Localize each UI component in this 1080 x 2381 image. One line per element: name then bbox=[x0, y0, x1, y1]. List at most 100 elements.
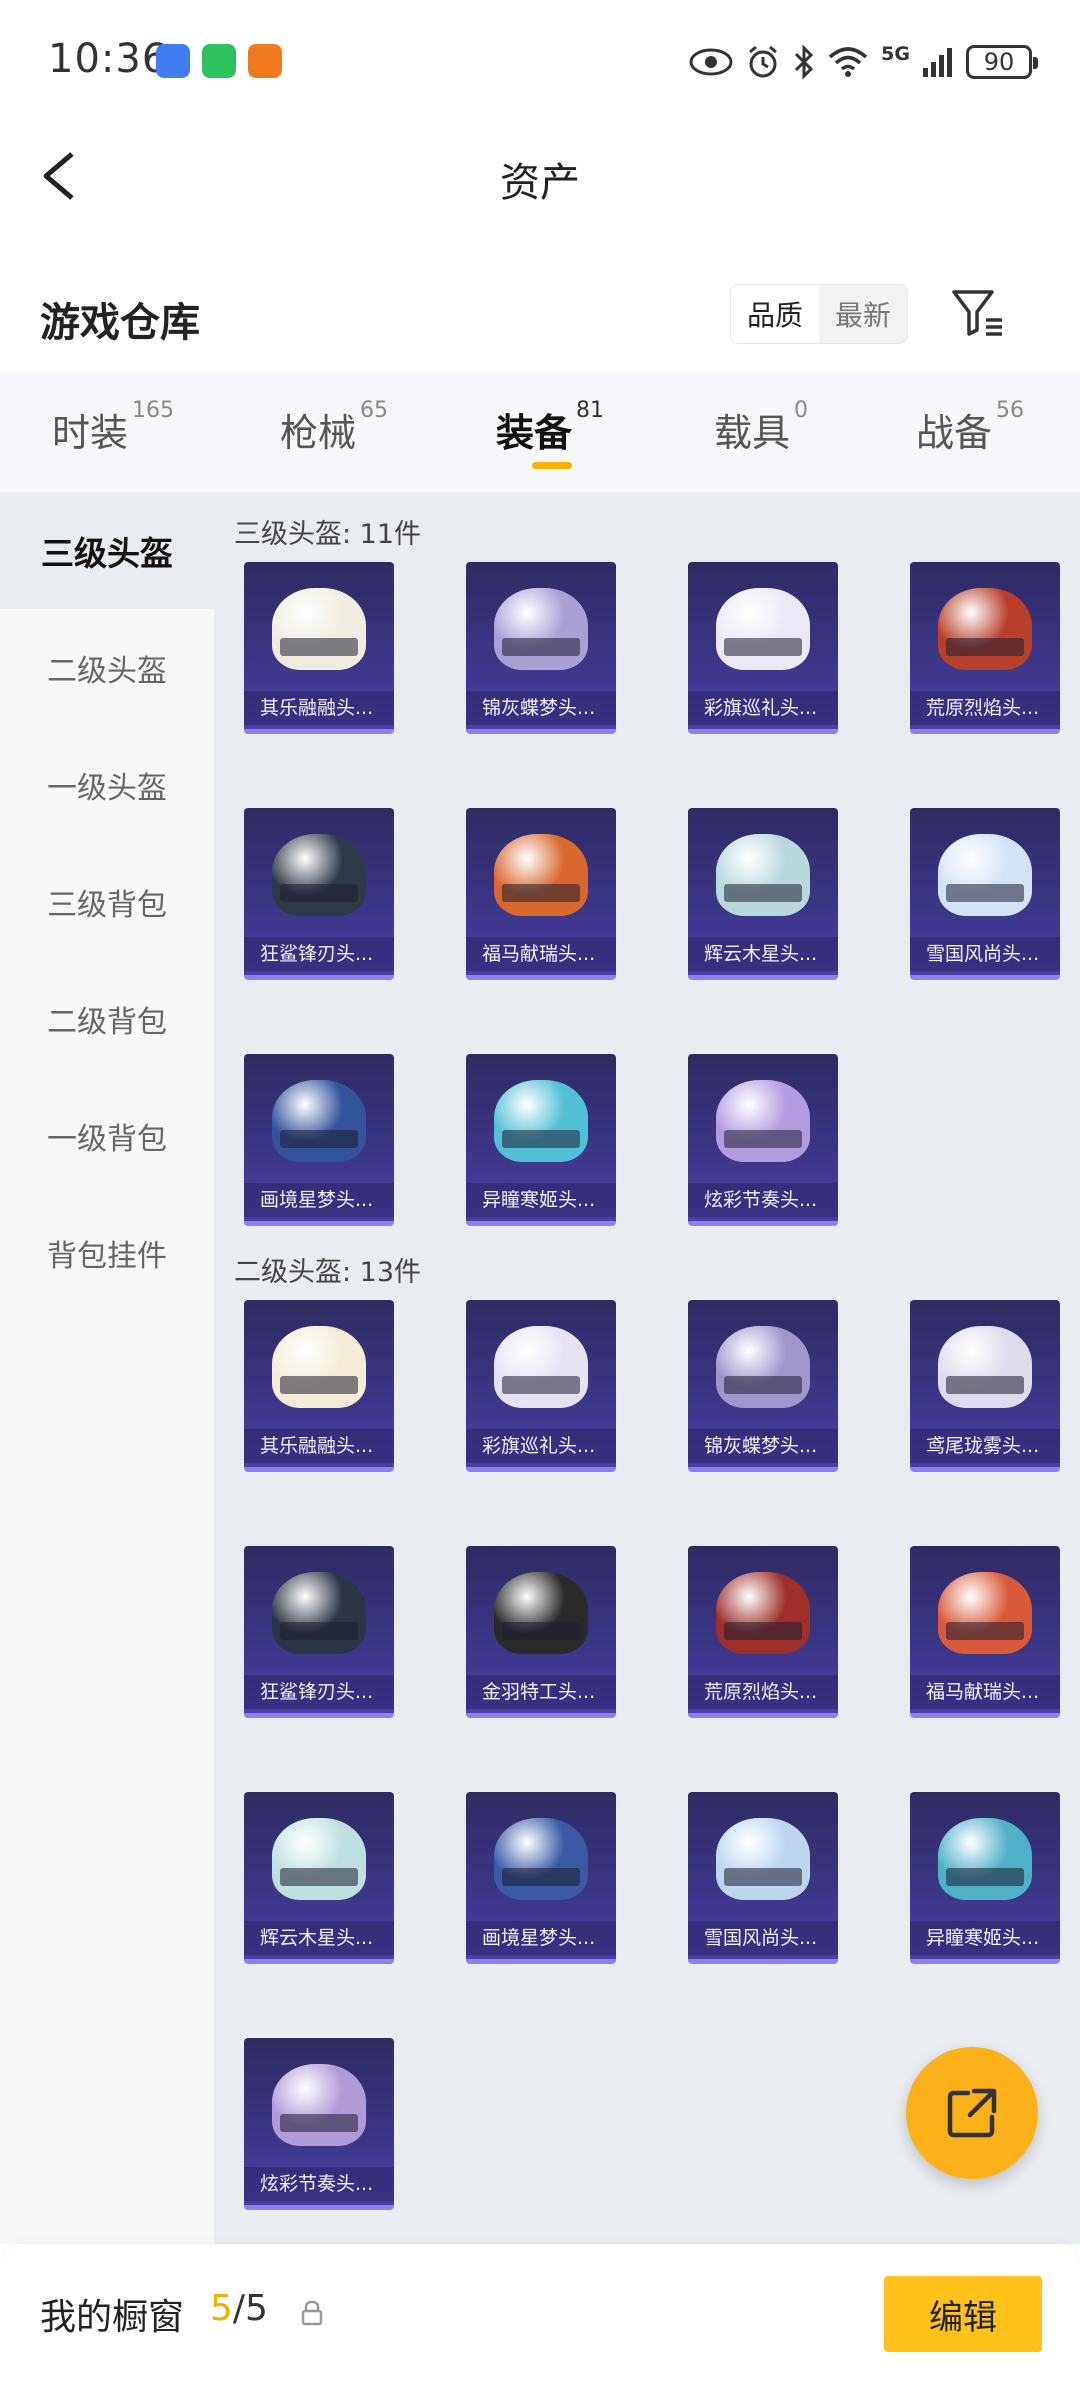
item-name: 辉云木星头... bbox=[244, 1921, 394, 1955]
showcase-count: 5/5 bbox=[210, 2288, 268, 2329]
helmet-image bbox=[494, 1080, 588, 1162]
item-card[interactable]: 狂鲨锋刃头... bbox=[244, 808, 394, 980]
item-name: 雪国风尚头... bbox=[688, 1921, 838, 1955]
sidebar-item-level2-backpack[interactable]: 二级背包 bbox=[0, 960, 214, 1077]
helmet-image bbox=[494, 1818, 588, 1900]
helmet-image bbox=[494, 1572, 588, 1654]
helmet-image bbox=[272, 1326, 366, 1408]
sidebar-item-level3-helmet[interactable]: 三级头盔 bbox=[0, 492, 214, 609]
helmet-image bbox=[716, 834, 810, 916]
tab-vehicles[interactable]: 载具0 bbox=[714, 398, 808, 457]
item-name: 画境星梦头... bbox=[466, 1921, 616, 1955]
item-card[interactable]: 异瞳寒姬头... bbox=[466, 1054, 616, 1226]
sidebar-item-level3-backpack[interactable]: 三级背包 bbox=[0, 843, 214, 960]
item-card[interactable]: 荒原烈焰头... bbox=[688, 1546, 838, 1718]
helmet-image bbox=[494, 588, 588, 670]
item-name: 其乐融融头... bbox=[244, 1429, 394, 1463]
item-card[interactable]: 异瞳寒姬头... bbox=[910, 1792, 1060, 1964]
helmet-image bbox=[494, 1326, 588, 1408]
item-card[interactable]: 其乐融融头... bbox=[244, 562, 394, 734]
group-title: 二级头盔: 13件 bbox=[234, 1257, 422, 1288]
helmet-image bbox=[938, 834, 1032, 916]
helmet-image bbox=[272, 588, 366, 670]
item-name: 锦灰蝶梦头... bbox=[688, 1429, 838, 1463]
status-time: 10:36 bbox=[48, 36, 169, 82]
item-name: 画境星梦头... bbox=[244, 1183, 394, 1217]
tab-guns[interactable]: 枪械65 bbox=[280, 398, 388, 457]
sidebar-item-level1-backpack[interactable]: 一级背包 bbox=[0, 1077, 214, 1194]
warehouse-header: 游戏仓库 品质 最新 bbox=[0, 270, 1080, 360]
lock-icon bbox=[301, 2300, 323, 2326]
item-name: 福马献瑞头... bbox=[466, 937, 616, 971]
tab-fashion[interactable]: 时装165 bbox=[52, 398, 174, 457]
sort-quality-button[interactable]: 品质 bbox=[731, 285, 819, 343]
helmet-image bbox=[716, 1818, 810, 1900]
item-name: 荒原烈焰头... bbox=[910, 691, 1060, 725]
helmet-image bbox=[272, 1572, 366, 1654]
group-title: 三级头盔: 11件 bbox=[234, 519, 422, 550]
item-name: 其乐融融头... bbox=[244, 691, 394, 725]
share-button[interactable] bbox=[906, 2047, 1038, 2179]
tab-count: 65 bbox=[360, 398, 389, 423]
item-card[interactable]: 福马献瑞头... bbox=[466, 808, 616, 980]
item-grid: 三级头盔: 11件其乐融融头... 锦灰蝶梦头... 彩旗巡礼头... 荒原烈焰头..… bbox=[214, 492, 1080, 2244]
item-name: 锦灰蝶梦头... bbox=[466, 691, 616, 725]
item-card[interactable]: 锦灰蝶梦头... bbox=[466, 562, 616, 734]
showcase-bar: 我的橱窗 5/5 编辑 bbox=[0, 2244, 1080, 2381]
showcase-label: 我的橱窗 bbox=[40, 2297, 185, 2338]
item-name: 彩旗巡礼头... bbox=[688, 691, 838, 725]
item-card[interactable]: 彩旗巡礼头... bbox=[688, 562, 838, 734]
tab-supplies[interactable]: 战备56 bbox=[916, 398, 1024, 457]
helmet-image bbox=[494, 834, 588, 916]
eye-icon bbox=[689, 48, 733, 76]
item-card[interactable]: 狂鲨锋刃头... bbox=[244, 1546, 394, 1718]
share-external-icon bbox=[947, 2088, 997, 2138]
alarm-icon bbox=[749, 45, 778, 78]
sidebar-item-backpack-charm[interactable]: 背包挂件 bbox=[0, 1194, 214, 1311]
wechat-notification-icon bbox=[202, 44, 236, 78]
status-icons: 5G 90 bbox=[689, 40, 1038, 84]
helmet-image bbox=[938, 1326, 1032, 1408]
app-notification-icon bbox=[248, 44, 282, 78]
tab-equipment[interactable]: 装备81 bbox=[496, 398, 604, 457]
item-name: 炫彩节奏头... bbox=[244, 2167, 394, 2201]
filter-icon[interactable] bbox=[948, 282, 1008, 342]
item-card[interactable]: 画境星梦头... bbox=[466, 1792, 616, 1964]
item-card[interactable]: 鸢尾珑雾头... bbox=[910, 1300, 1060, 1472]
item-card[interactable]: 福马献瑞头... bbox=[910, 1546, 1060, 1718]
wifi-icon bbox=[829, 47, 868, 77]
item-card[interactable]: 其乐融融头... bbox=[244, 1300, 394, 1472]
helmet-image bbox=[938, 588, 1032, 670]
item-card[interactable]: 雪国风尚头... bbox=[688, 1792, 838, 1964]
sort-newest-button[interactable]: 最新 bbox=[819, 285, 907, 343]
item-card[interactable]: 锦灰蝶梦头... bbox=[688, 1300, 838, 1472]
item-name: 荒原烈焰头... bbox=[688, 1675, 838, 1709]
item-card[interactable]: 金羽特工头... bbox=[466, 1546, 616, 1718]
item-name: 炫彩节奏头... bbox=[688, 1183, 838, 1217]
sidebar-item-level1-helmet[interactable]: 一级头盔 bbox=[0, 726, 214, 843]
sidebar-item-level2-helmet[interactable]: 二级头盔 bbox=[0, 609, 214, 726]
helmet-image bbox=[716, 1326, 810, 1408]
battery-indicator: 90 bbox=[966, 45, 1038, 79]
item-name: 福马献瑞头... bbox=[910, 1675, 1060, 1709]
item-card[interactable]: 画境星梦头... bbox=[244, 1054, 394, 1226]
item-card[interactable]: 炫彩节奏头... bbox=[244, 2038, 394, 2210]
item-card[interactable]: 炫彩节奏头... bbox=[688, 1054, 838, 1226]
item-card[interactable]: 辉云木星头... bbox=[244, 1792, 394, 1964]
helmet-image bbox=[716, 588, 810, 670]
warehouse-title: 游戏仓库 bbox=[40, 300, 200, 346]
item-card[interactable]: 荒原烈焰头... bbox=[910, 562, 1060, 734]
subcategory-sidebar: 三级头盔 二级头盔 一级头盔 三级背包 二级背包 一级背包 背包挂件 bbox=[0, 492, 214, 2244]
item-card[interactable]: 辉云木星头... bbox=[688, 808, 838, 980]
edit-button[interactable]: 编辑 bbox=[884, 2276, 1042, 2352]
helmet-image bbox=[938, 1818, 1032, 1900]
sort-toggle: 品质 最新 bbox=[730, 284, 908, 344]
helmet-image bbox=[272, 1818, 366, 1900]
helmet-image bbox=[938, 1572, 1032, 1654]
category-tabs: 时装165 枪械65 装备81 载具0 战备56 bbox=[0, 372, 1080, 492]
item-card[interactable]: 彩旗巡礼头... bbox=[466, 1300, 616, 1472]
item-name: 彩旗巡礼头... bbox=[466, 1429, 616, 1463]
page-title: 资产 bbox=[500, 160, 580, 206]
helmet-image bbox=[272, 834, 366, 916]
item-card[interactable]: 雪国风尚头... bbox=[910, 808, 1060, 980]
